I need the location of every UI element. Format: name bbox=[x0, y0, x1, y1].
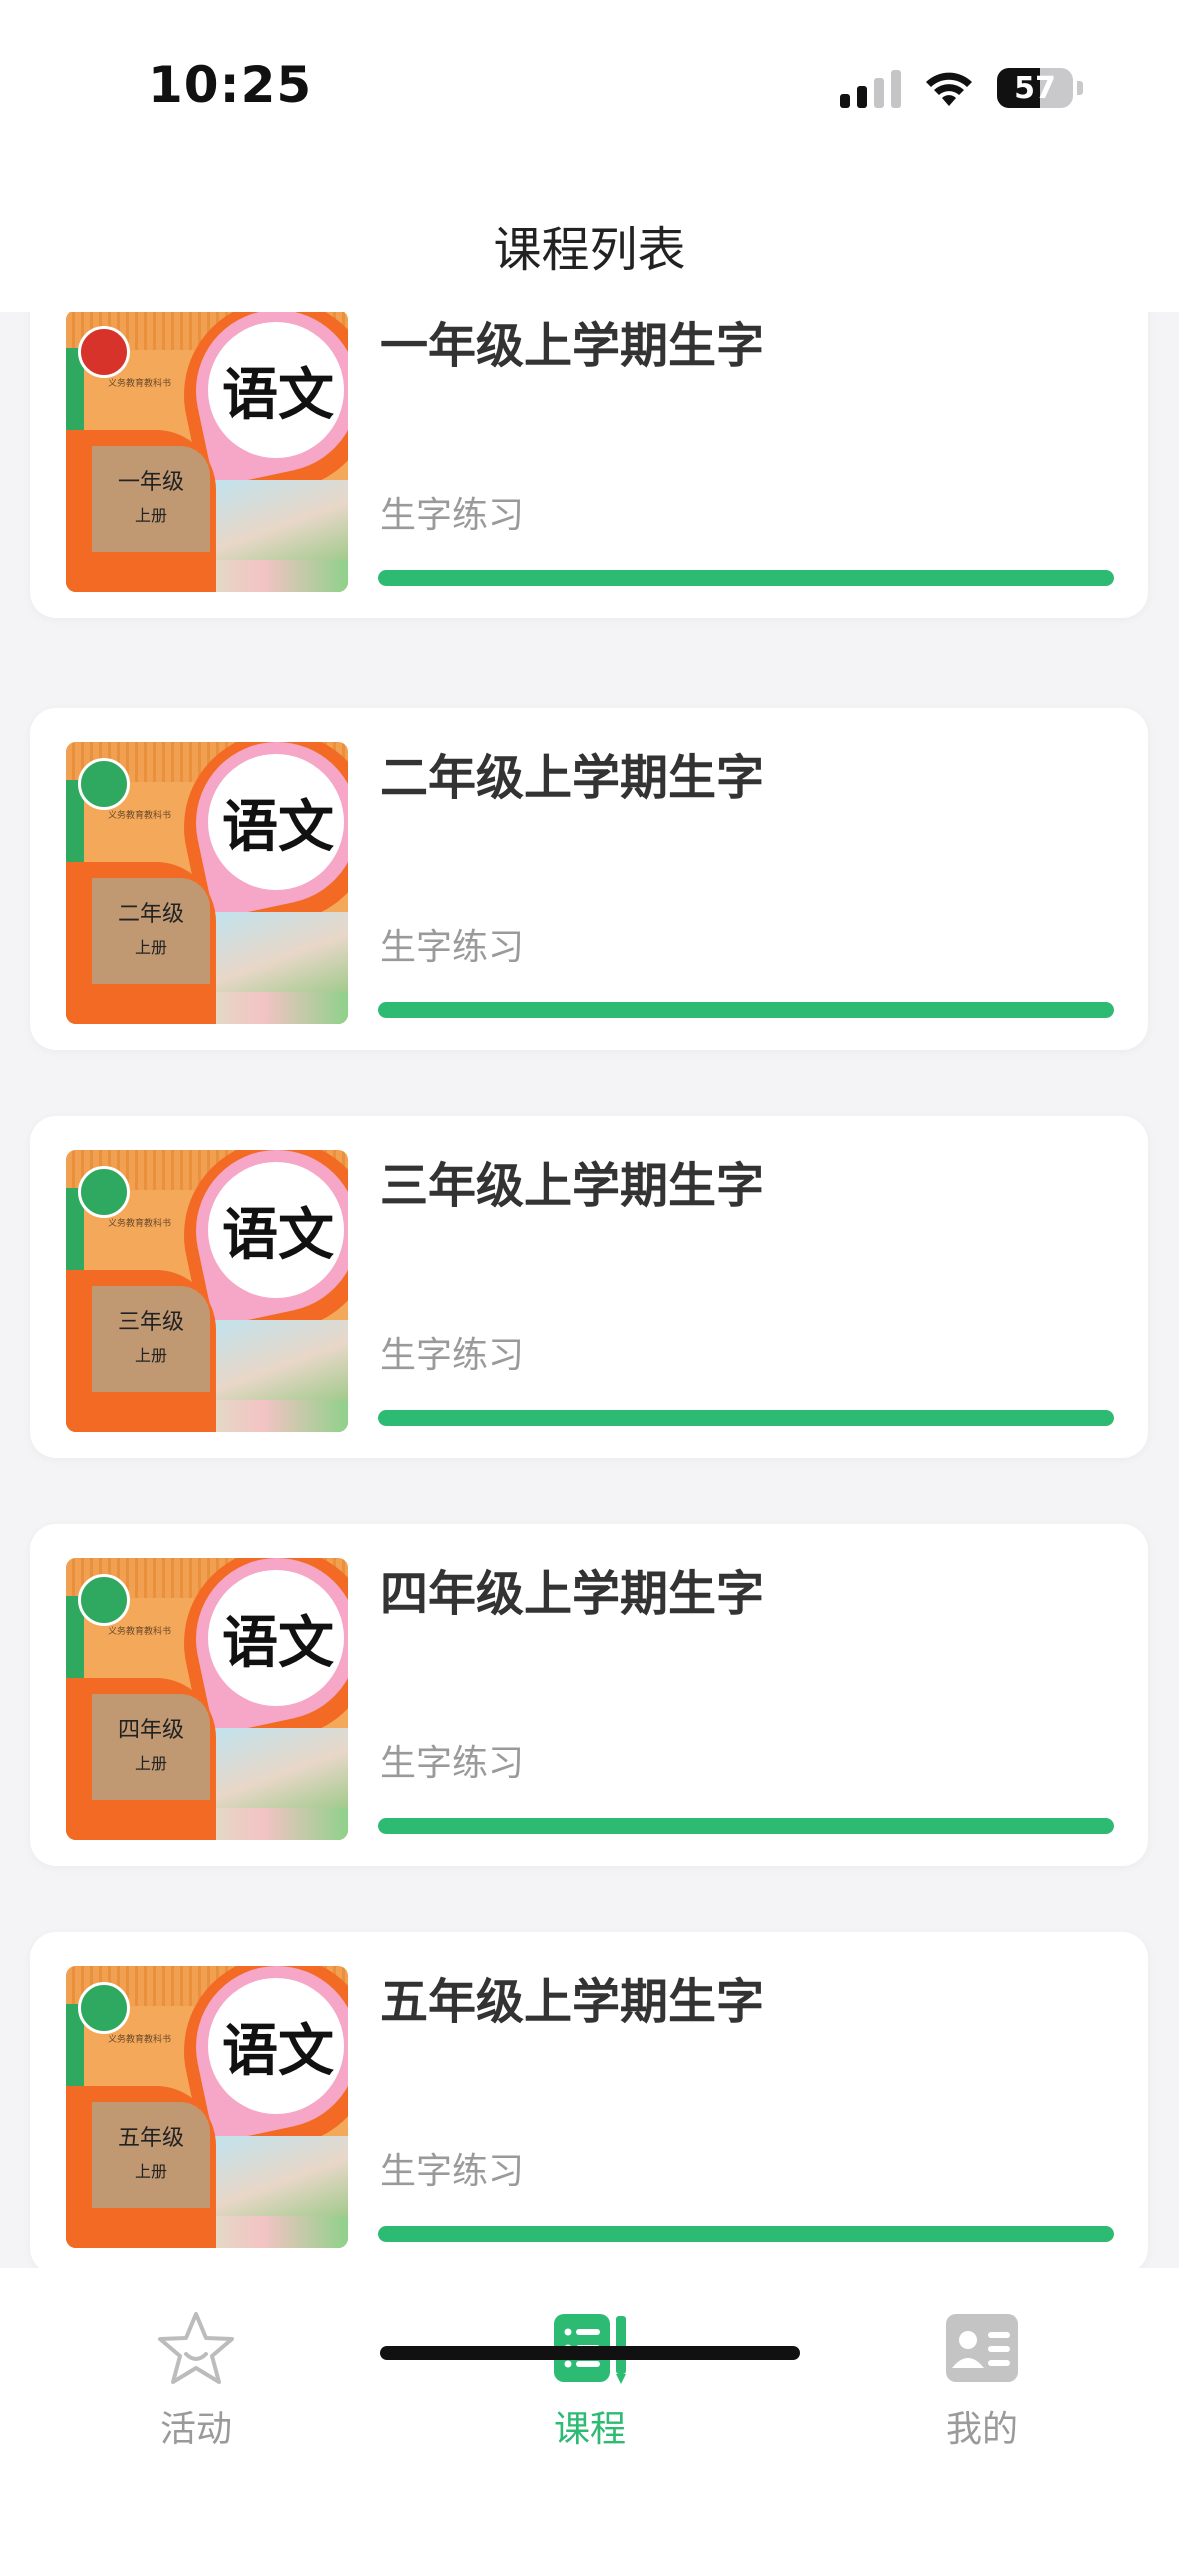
cover-title: 语文 bbox=[222, 1610, 334, 1676]
cover-publisher: 义务教育教科书 bbox=[108, 1219, 172, 1229]
battery-level: 57 bbox=[1014, 70, 1056, 106]
cover-publisher: 义务教育教科书 bbox=[108, 1627, 172, 1637]
cover-grade: 三年级 bbox=[117, 1310, 184, 1335]
course-list[interactable]: 语文 一年级 上册 义务教育教科书 一年级上学期生字 生字练习 语文 二年级 上… bbox=[0, 312, 1179, 2268]
home-indicator bbox=[380, 2346, 800, 2360]
star-icon bbox=[158, 2312, 234, 2384]
cover-volume: 上册 bbox=[134, 1754, 167, 1773]
cellular-signal-icon bbox=[840, 68, 901, 108]
cover-title: 语文 bbox=[222, 362, 334, 428]
cover-title: 语文 bbox=[222, 2018, 334, 2084]
battery-icon: 57 bbox=[997, 68, 1073, 108]
status-icons: 57 bbox=[840, 64, 1083, 108]
status-time: 10:25 bbox=[148, 56, 313, 114]
course-title: 三年级上学期生字 bbox=[380, 1158, 765, 1214]
course-cover-image: 语文 四年级 上册 义务教育教科书 bbox=[66, 1558, 348, 1840]
course-subtitle: 生字练习 bbox=[380, 495, 525, 536]
course-subtitle: 生字练习 bbox=[380, 927, 525, 968]
cover-grade: 二年级 bbox=[117, 902, 184, 927]
course-cover-image: 语文 一年级 上册 义务教育教科书 bbox=[66, 312, 348, 592]
course-title: 一年级上学期生字 bbox=[380, 318, 765, 374]
course-subtitle: 生字练习 bbox=[380, 1335, 525, 1376]
course-card[interactable]: 语文 五年级 上册 义务教育教科书 五年级上学期生字 生字练习 bbox=[30, 1932, 1148, 2268]
tab-label: 课程 bbox=[553, 2409, 626, 2450]
course-card[interactable]: 语文 四年级 上册 义务教育教科书 四年级上学期生字 生字练习 bbox=[30, 1524, 1148, 1866]
course-progress-bar bbox=[378, 570, 1114, 586]
profile-card-icon bbox=[946, 2314, 1018, 2382]
publisher-logo-icon bbox=[78, 1166, 130, 1218]
course-progress-bar bbox=[378, 2226, 1114, 2242]
course-card[interactable]: 语文 二年级 上册 义务教育教科书 二年级上学期生字 生字练习 bbox=[30, 708, 1148, 1050]
course-title: 四年级上学期生字 bbox=[380, 1566, 765, 1622]
publisher-logo-icon bbox=[78, 1982, 130, 2034]
tab-label: 活动 bbox=[159, 2409, 232, 2450]
wifi-icon bbox=[926, 72, 972, 106]
course-progress-bar bbox=[378, 1002, 1114, 1018]
course-cover-image: 语文 二年级 上册 义务教育教科书 bbox=[66, 742, 348, 1024]
course-progress-bar bbox=[378, 1410, 1114, 1426]
cover-volume: 上册 bbox=[134, 2162, 167, 2181]
course-progress-bar bbox=[378, 1818, 1114, 1834]
publisher-logo-icon bbox=[78, 1574, 130, 1626]
battery-cap bbox=[1077, 81, 1083, 95]
tab-activity[interactable]: 活动 bbox=[116, 2308, 276, 2452]
course-title: 五年级上学期生字 bbox=[380, 1974, 765, 2030]
cover-grade: 四年级 bbox=[117, 1718, 184, 1743]
cover-publisher: 义务教育教科书 bbox=[108, 2035, 172, 2045]
tab-label: 我的 bbox=[945, 2409, 1018, 2450]
course-card[interactable]: 语文 一年级 上册 义务教育教科书 一年级上学期生字 生字练习 bbox=[30, 312, 1148, 618]
top-header: 10:25 57 课程列表 bbox=[0, 0, 1179, 312]
cover-volume: 上册 bbox=[134, 1346, 167, 1365]
course-card[interactable]: 语文 三年级 上册 义务教育教科书 三年级上学期生字 生字练习 bbox=[30, 1116, 1148, 1458]
tab-courses[interactable]: 课程 bbox=[510, 2308, 670, 2452]
course-title: 二年级上学期生字 bbox=[380, 750, 765, 806]
course-cover-image: 语文 三年级 上册 义务教育教科书 bbox=[66, 1150, 348, 1432]
publisher-logo-icon bbox=[78, 758, 130, 810]
cover-volume: 上册 bbox=[134, 506, 167, 525]
bottom-tab-bar: 活动 课程 我的 bbox=[0, 2268, 1179, 2556]
page-title: 课程列表 bbox=[493, 222, 686, 278]
cover-volume: 上册 bbox=[134, 938, 167, 957]
tab-profile[interactable]: 我的 bbox=[902, 2308, 1062, 2452]
cover-title: 语文 bbox=[222, 1202, 334, 1268]
cover-grade: 一年级 bbox=[117, 470, 184, 495]
publisher-logo-icon bbox=[78, 326, 130, 378]
cover-publisher: 义务教育教科书 bbox=[108, 811, 172, 821]
cover-title: 语文 bbox=[222, 794, 334, 860]
course-subtitle: 生字练习 bbox=[380, 2151, 525, 2192]
course-cover-image: 语文 五年级 上册 义务教育教科书 bbox=[66, 1966, 348, 2248]
cover-publisher: 义务教育教科书 bbox=[108, 379, 172, 389]
course-subtitle: 生字练习 bbox=[380, 1743, 525, 1784]
cover-grade: 五年级 bbox=[117, 2126, 184, 2151]
